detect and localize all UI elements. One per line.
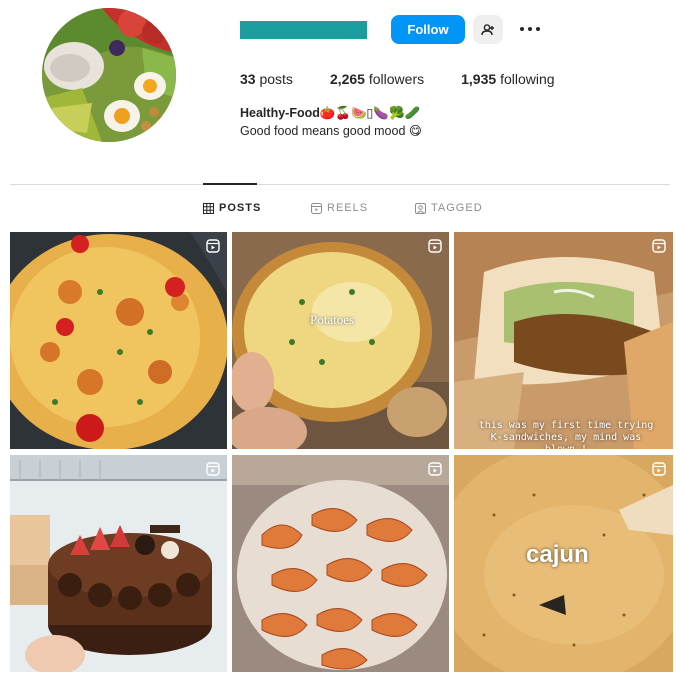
followers-label: followers <box>368 71 425 87</box>
reel-icon <box>652 239 666 253</box>
post-caption-overlay: cajun <box>526 541 589 568</box>
post-tile[interactable]: cajun <box>454 455 673 672</box>
following-label: following <box>500 71 555 87</box>
tab-reels[interactable]: REELS <box>311 202 368 214</box>
post-tile[interactable] <box>232 455 449 672</box>
post-image-shrimp <box>232 455 449 672</box>
reel-icon <box>428 462 442 476</box>
more-dots-icon <box>520 27 540 31</box>
followers-count: 2,265 <box>329 71 365 87</box>
tab-reels-label: REELS <box>327 202 369 214</box>
tab-tagged[interactable]: TAGGED <box>415 202 483 214</box>
add-user-icon <box>481 23 494 35</box>
food-plate-image <box>42 8 176 142</box>
post-image-k-sandwich <box>454 232 673 449</box>
tab-posts[interactable]: POSTS <box>203 202 261 214</box>
reel-icon <box>428 239 442 253</box>
posts-stat: 33 posts <box>240 71 293 87</box>
profile-tabs: POSTS REELS TAGGED <box>0 202 680 216</box>
tab-tagged-label: TAGGED <box>431 202 483 214</box>
reel-icon <box>206 462 220 476</box>
posts-count: 33 <box>240 71 256 87</box>
bio-text: Good food means good mood 😋 <box>240 124 422 138</box>
followers-stat[interactable]: 2,265 followers <box>330 71 424 87</box>
username-redacted <box>240 21 367 39</box>
post-image-potatoes <box>232 232 449 449</box>
post-caption-overlay: this was my first time trying K-sandwich… <box>478 420 654 449</box>
post-tile[interactable] <box>10 455 227 672</box>
profile-avatar[interactable] <box>42 8 176 142</box>
active-tab-indicator <box>203 183 257 185</box>
following-count: 1,935 <box>461 71 497 87</box>
suggest-user-button[interactable] <box>473 15 503 44</box>
more-options-button[interactable] <box>516 18 544 40</box>
post-tile[interactable] <box>10 232 227 449</box>
profile-stats: 33 posts 2,265 followers 1,935 following <box>240 71 592 87</box>
post-tile[interactable]: Potatoes <box>232 232 449 449</box>
tab-posts-label: POSTS <box>219 202 262 214</box>
post-image-cheesy-skillet <box>10 232 227 449</box>
grid-icon <box>203 202 214 214</box>
posts-label: posts <box>259 71 293 87</box>
post-image-chocolate-cake <box>10 455 227 672</box>
reel-icon <box>652 462 666 476</box>
following-stat[interactable]: 1,935 following <box>461 71 554 87</box>
post-tile[interactable]: this was my first time trying K-sandwich… <box>454 232 673 449</box>
tabs-divider <box>10 184 670 185</box>
post-caption-overlay: Potatoes <box>310 312 355 327</box>
reels-icon <box>311 202 322 214</box>
bio-name: Healthy-Food🍅🍒🍉▯🍆🥦🥒 <box>240 106 421 120</box>
tagged-icon <box>415 202 426 214</box>
reel-icon <box>206 239 220 253</box>
follow-button[interactable]: Follow <box>391 15 465 44</box>
